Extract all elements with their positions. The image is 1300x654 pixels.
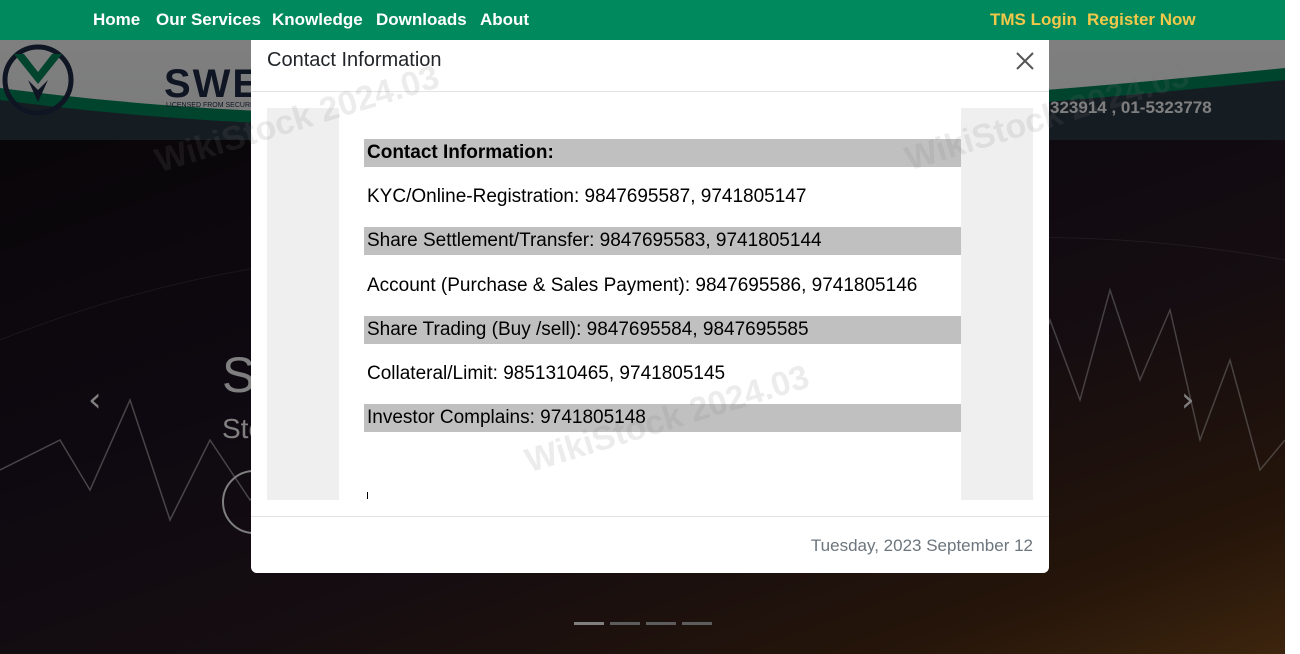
contact-row: Collateral/Limit: 9851310465, 9741805145	[367, 363, 726, 384]
contact-row: Share Trading (Buy /sell): 9847695584, 9…	[364, 316, 961, 344]
tms-login-link[interactable]: TMS Login	[990, 10, 1077, 30]
nav-about[interactable]: About	[480, 10, 529, 30]
modal-title: Contact Information	[267, 49, 442, 71]
contact-info-modal: Contact Information Contact Information:…	[251, 40, 1049, 573]
scrollbar[interactable]	[1285, 0, 1300, 654]
top-navbar: Home Our Services Knowledge Downloads Ab…	[0, 0, 1285, 40]
nav-downloads[interactable]: Downloads	[376, 10, 467, 30]
modal-body: Contact Information: KYC/Online-Registrat…	[267, 108, 1033, 500]
modal-date: Tuesday, 2023 September 12	[810, 536, 1033, 555]
contact-row: KYC/Online-Registration: 9847695587, 974…	[367, 186, 807, 207]
nav-home[interactable]: Home	[93, 10, 140, 30]
text-cursor	[367, 492, 368, 499]
modal-header: Contact Information	[251, 40, 1049, 92]
contact-row: Contact Information:	[364, 139, 961, 167]
contact-row: Investor Complains: 9741805148	[364, 404, 961, 432]
contact-row: Account (Purchase & Sales Payment): 9847…	[367, 275, 918, 296]
contact-info-image: Contact Information: KYC/Online-Registrat…	[339, 108, 961, 500]
close-icon[interactable]	[1013, 49, 1037, 73]
modal-footer: Tuesday, 2023 September 12	[251, 516, 1049, 573]
nav-knowledge[interactable]: Knowledge	[272, 10, 363, 30]
nav-our-services[interactable]: Our Services	[156, 10, 261, 30]
register-now-link[interactable]: Register Now	[1087, 10, 1196, 30]
contact-row: Share Settlement/Transfer: 9847695583, 9…	[364, 227, 961, 255]
